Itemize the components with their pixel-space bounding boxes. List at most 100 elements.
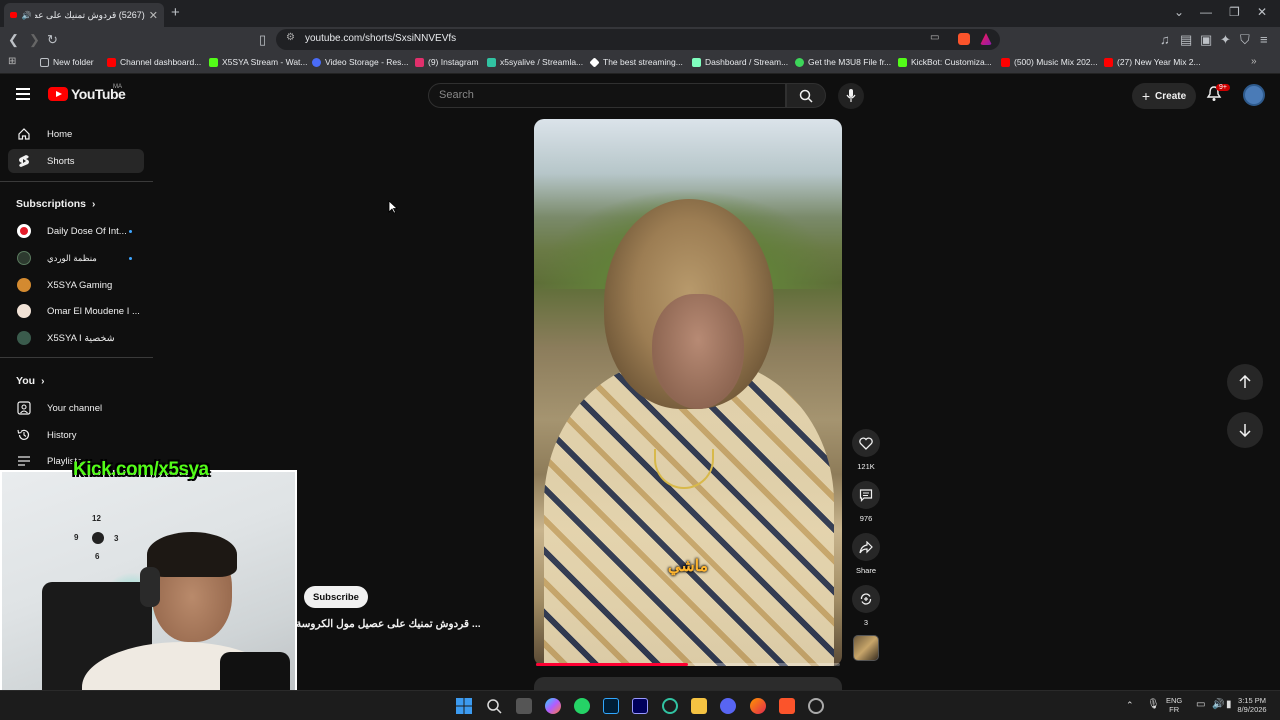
discord-icon[interactable] <box>720 698 736 714</box>
like-action[interactable]: 121K <box>851 429 881 471</box>
remix-action[interactable]: 3 <box>851 585 881 627</box>
short-title[interactable]: ... قردوش تمنيك على عصيل مول الكروسة <box>296 618 481 630</box>
bookmark-item[interactable]: Get the M3U8 File fr... <box>795 57 891 67</box>
close-window-button[interactable]: ✕ <box>1257 5 1267 19</box>
new-tab-button[interactable]: + <box>171 4 180 21</box>
share-action[interactable]: Share <box>851 533 881 575</box>
audio-icon[interactable]: 🔊 <box>21 11 31 20</box>
minimize-button[interactable]: — <box>1200 5 1212 19</box>
sidebar-divider <box>0 181 153 182</box>
windows-start-icon[interactable] <box>456 698 472 714</box>
volume-icon[interactable]: 🔊 <box>1212 700 1224 710</box>
site-info-icon[interactable]: ⚙ <box>286 32 295 43</box>
sidebar-item-shorts[interactable]: Shorts <box>8 149 144 173</box>
taskbar-search-icon[interactable] <box>486 698 502 714</box>
shorts-video-player[interactable]: ماشي <box>534 119 842 666</box>
bookmark-item[interactable]: Dashboard / Stream... <box>692 57 788 67</box>
sidebar-toggle-icon[interactable]: ▤ <box>1180 32 1192 48</box>
premiere-icon[interactable] <box>632 698 648 714</box>
heart-icon <box>859 436 873 450</box>
network-icon[interactable]: ▭ <box>1196 700 1205 710</box>
obs-icon[interactable] <box>808 698 824 714</box>
bookmark-item[interactable]: (500) Music Mix 202... <box>1001 57 1098 67</box>
tab-search-icon[interactable]: ⌄ <box>1174 5 1184 19</box>
task-view-icon[interactable] <box>516 698 532 714</box>
address-bar[interactable]: ⚙ youtube.com/shorts/SxsiNNVEVfs ▭ <box>276 29 1000 50</box>
tray-overflow-icon[interactable]: ⌃ <box>1126 701 1134 710</box>
bookmark-item[interactable]: The best streaming... <box>589 56 683 68</box>
create-button[interactable]: + Create <box>1132 83 1196 109</box>
reload-icon[interactable]: ↻ <box>47 32 58 48</box>
search-button[interactable] <box>786 83 826 108</box>
tray-mic-icon[interactable]: 🎙 <box>1147 700 1160 710</box>
bookmark-item[interactable]: (27) New Year Mix 2... <box>1104 57 1201 67</box>
headphones <box>140 567 160 607</box>
wall-clock: 12 3 6 9 <box>74 514 119 561</box>
video-progress-bar[interactable] <box>536 663 840 666</box>
bookmark-item[interactable]: X5SYA Stream - Wat... <box>209 57 308 67</box>
subscription-channel[interactable]: X5SYA Gaming <box>8 273 144 297</box>
subscription-channel[interactable]: Omar El Moudene I ... <box>8 299 144 323</box>
leo-ai-icon[interactable]: ✦ <box>1220 32 1231 48</box>
sidebar-item-your-channel[interactable]: Your channel <box>8 396 144 420</box>
sidebar-item-history[interactable]: History <box>8 423 144 447</box>
upwork-icon[interactable] <box>662 698 678 714</box>
more-bookmarks-icon[interactable]: » <box>1251 56 1257 67</box>
system-clock[interactable]: 3:15 PM 8/9/2026 <box>1234 696 1270 714</box>
subscription-channel[interactable]: X5SYA I شخصية <box>8 326 144 350</box>
file-explorer-icon[interactable] <box>691 698 707 714</box>
bookmark-icon[interactable]: ▯ <box>259 32 266 48</box>
photoshop-icon[interactable] <box>603 698 619 714</box>
back-icon[interactable]: ❮ <box>8 32 19 48</box>
browser-tab[interactable]: 🔊 (5267) قردوش تمنيك على عصـ ✕ <box>4 3 164 27</box>
remix-button[interactable] <box>852 585 880 613</box>
voice-search-button[interactable] <box>838 83 864 109</box>
channel-avatar <box>17 251 31 265</box>
apps-grid-icon[interactable]: ⊞ <box>8 56 16 67</box>
wallet-icon[interactable]: ▣ <box>1200 32 1212 48</box>
brave-rewards-icon[interactable] <box>980 33 992 45</box>
bookmark-item[interactable]: (9) Instagram <box>415 57 479 67</box>
search-input[interactable] <box>429 84 785 106</box>
subscription-channel[interactable]: منظمة الوردي <box>8 246 144 270</box>
subscribe-button[interactable]: Subscribe <box>304 586 368 608</box>
menu-icon[interactable]: ≡ <box>1260 32 1268 47</box>
forward-icon[interactable]: ❯ <box>29 32 40 48</box>
comment-button[interactable] <box>852 481 880 509</box>
windows-taskbar: ⌃ 🎙 ENG FR ▭ 🔊 ▮ 3:15 PM 8/9/2026 <box>0 690 1280 720</box>
bookmark-item[interactable]: x5syalive / Streamla... <box>487 57 583 67</box>
previous-short-button[interactable] <box>1227 364 1263 400</box>
share-button[interactable] <box>852 533 880 561</box>
comment-action[interactable]: 976 <box>851 481 881 523</box>
like-button[interactable] <box>852 429 880 457</box>
copilot-icon[interactable] <box>545 698 561 714</box>
next-short-button[interactable] <box>1227 412 1263 448</box>
youtube-header: YouTube MA + Create 9+ <box>0 74 1280 116</box>
subscriptions-heading[interactable]: Subscriptions › <box>16 198 95 210</box>
brave-browser-icon[interactable] <box>779 698 795 714</box>
kickbot-icon <box>898 57 907 67</box>
firefox-icon[interactable] <box>750 698 766 714</box>
sound-thumbnail[interactable] <box>853 635 879 661</box>
search-box[interactable] <box>428 83 786 108</box>
maximize-button[interactable]: ❐ <box>1229 5 1240 19</box>
cast-icon[interactable]: ▭ <box>930 32 939 43</box>
brave-shields-icon[interactable] <box>958 33 970 45</box>
bookmark-item[interactable]: Video Storage - Res... <box>312 57 408 67</box>
you-heading[interactable]: You › <box>16 375 44 387</box>
sidebar-item-home[interactable]: Home <box>8 122 144 146</box>
language-indicator[interactable]: ENG FR <box>1166 696 1182 714</box>
bookmark-item[interactable]: Channel dashboard... <box>107 57 201 67</box>
battery-icon[interactable]: ▮ <box>1226 700 1232 710</box>
subscription-channel[interactable]: Daily Dose Of Int... <box>8 219 144 243</box>
media-icon[interactable]: ♫ <box>1160 32 1170 47</box>
hamburger-menu-icon[interactable] <box>16 88 30 103</box>
bookmark-item[interactable]: New folder <box>40 57 94 67</box>
whatsapp-icon[interactable] <box>574 698 590 714</box>
bookmark-item[interactable]: KickBot: Customiza... <box>898 57 992 67</box>
vpn-icon[interactable]: ⛉ <box>1240 32 1250 48</box>
tab-close-icon[interactable]: ✕ <box>149 9 158 22</box>
mouse-cursor-icon <box>388 200 398 214</box>
streamer-hair <box>147 532 237 577</box>
account-avatar[interactable] <box>1243 84 1265 106</box>
